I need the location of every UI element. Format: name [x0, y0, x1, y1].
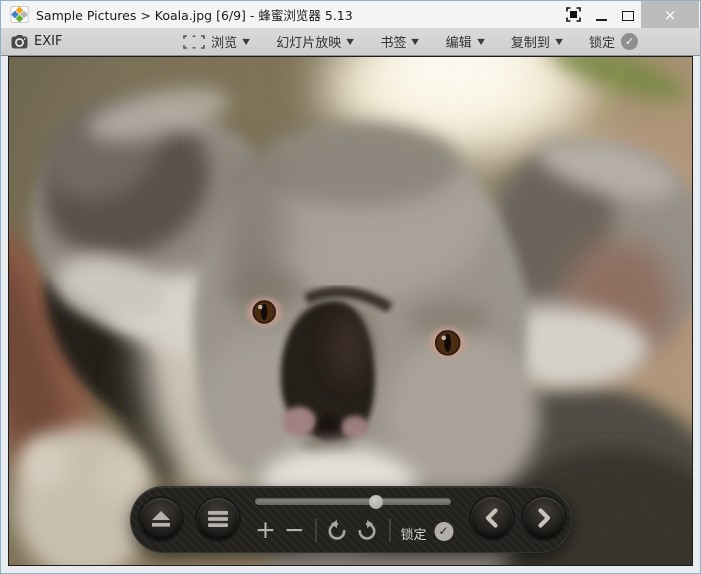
- menu-slideshow-label: 幻灯片放映: [276, 32, 341, 51]
- menu-bookmarks[interactable]: 书签 ▼: [380, 32, 418, 51]
- divider: [315, 519, 316, 542]
- rotate-left-button[interactable]: [326, 520, 348, 545]
- menu-copy-to[interactable]: 复制到 ▼: [511, 32, 562, 51]
- browse-frame-icon: [183, 35, 205, 49]
- floating-control-bar: + − 锁定 ✓: [130, 486, 572, 553]
- toolbar: EXIF 浏览 ▼ 幻灯片放映 ▼ 书签 ▼ 编辑: [1, 28, 700, 56]
- menu-bookmarks-label: 书签: [380, 32, 406, 51]
- menu-copy-to-label: 复制到: [511, 32, 550, 51]
- rotate-cw-icon: [356, 520, 378, 541]
- toolbar-menus: 浏览 ▼ 幻灯片放映 ▼ 书签 ▼ 编辑 ▼ 复制到 ▼ 锁定 ✓: [183, 32, 638, 51]
- camera-icon: [11, 35, 28, 49]
- menu-icon: [207, 510, 229, 528]
- chevron-down-icon: ▼: [477, 37, 485, 46]
- window-controls: ×: [558, 1, 699, 28]
- chevron-down-icon: ▼: [347, 37, 355, 46]
- menu-edit-label: 编辑: [446, 32, 472, 51]
- rotate-ccw-icon: [326, 520, 348, 541]
- toolbar-lock-label: 锁定: [589, 32, 615, 51]
- app-logo-icon: [10, 6, 29, 23]
- zoom-out-button[interactable]: −: [284, 517, 305, 543]
- chevron-left-icon: [483, 507, 501, 529]
- check-circle-icon: ✓: [621, 33, 638, 50]
- menu-browse[interactable]: 浏览 ▼: [183, 32, 249, 51]
- menu-edit[interactable]: 编辑 ▼: [446, 32, 484, 51]
- divider: [389, 519, 390, 542]
- zoom-in-button[interactable]: +: [255, 517, 276, 543]
- bar-lock-label[interactable]: 锁定: [400, 524, 426, 543]
- chevron-down-icon: ▼: [412, 37, 420, 46]
- exif-button[interactable]: EXIF: [11, 34, 62, 49]
- chevron-down-icon: ▼: [555, 37, 563, 46]
- close-icon: ×: [664, 6, 677, 24]
- app-window: Sample Pictures > Koala.jpg [6/9] - 蜂蜜浏览…: [0, 0, 701, 574]
- maximize-icon: [622, 11, 634, 21]
- zoom-slider-thumb[interactable]: [369, 495, 383, 509]
- close-button[interactable]: ×: [641, 1, 699, 28]
- chevron-down-icon: ▼: [242, 37, 250, 46]
- maximize-button[interactable]: [614, 1, 641, 28]
- fullscreen-icon: [566, 7, 581, 22]
- exif-label: EXIF: [34, 34, 62, 49]
- chevron-right-icon: [535, 507, 553, 529]
- menu-button[interactable]: [197, 498, 239, 540]
- menu-browse-label: 浏览: [211, 32, 237, 51]
- window-title: Sample Pictures > Koala.jpg [6/9] - 蜂蜜浏览…: [36, 5, 353, 24]
- image-canvas: + − 锁定 ✓: [8, 56, 693, 566]
- rotate-right-button[interactable]: [356, 520, 378, 545]
- bar-lock-check-badge[interactable]: ✓: [434, 522, 453, 541]
- previous-image-button[interactable]: [471, 497, 513, 539]
- minimize-button[interactable]: [588, 1, 614, 28]
- eject-button[interactable]: [140, 498, 182, 540]
- titlebar[interactable]: Sample Pictures > Koala.jpg [6/9] - 蜂蜜浏览…: [1, 1, 700, 28]
- minimize-icon: [596, 19, 607, 21]
- menu-slideshow[interactable]: 幻灯片放映 ▼: [276, 32, 353, 51]
- next-image-button[interactable]: [523, 497, 565, 539]
- eject-icon: [149, 510, 173, 528]
- viewer-area: + − 锁定 ✓: [8, 56, 693, 566]
- zoom-slider-track[interactable]: [255, 498, 451, 505]
- toolbar-lock-toggle[interactable]: 锁定 ✓: [589, 32, 638, 51]
- fullscreen-button[interactable]: [558, 1, 588, 28]
